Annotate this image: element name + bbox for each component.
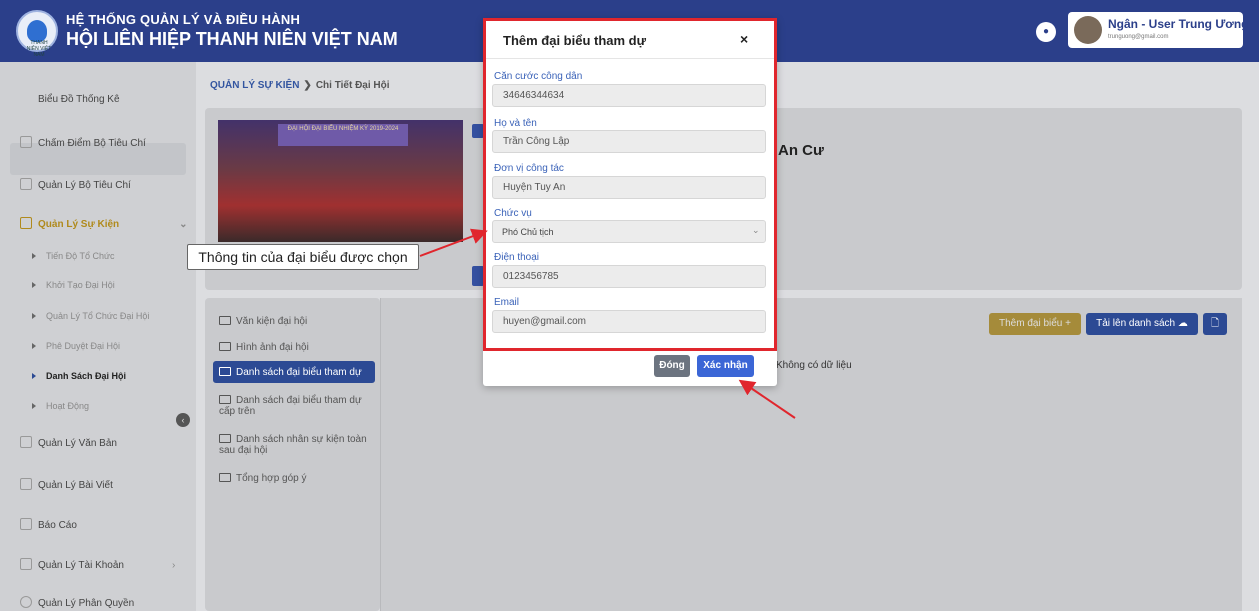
annotation-arrows (419, 228, 796, 419)
arrow-to-confirm (738, 379, 796, 419)
arrow-to-modal (419, 228, 488, 257)
